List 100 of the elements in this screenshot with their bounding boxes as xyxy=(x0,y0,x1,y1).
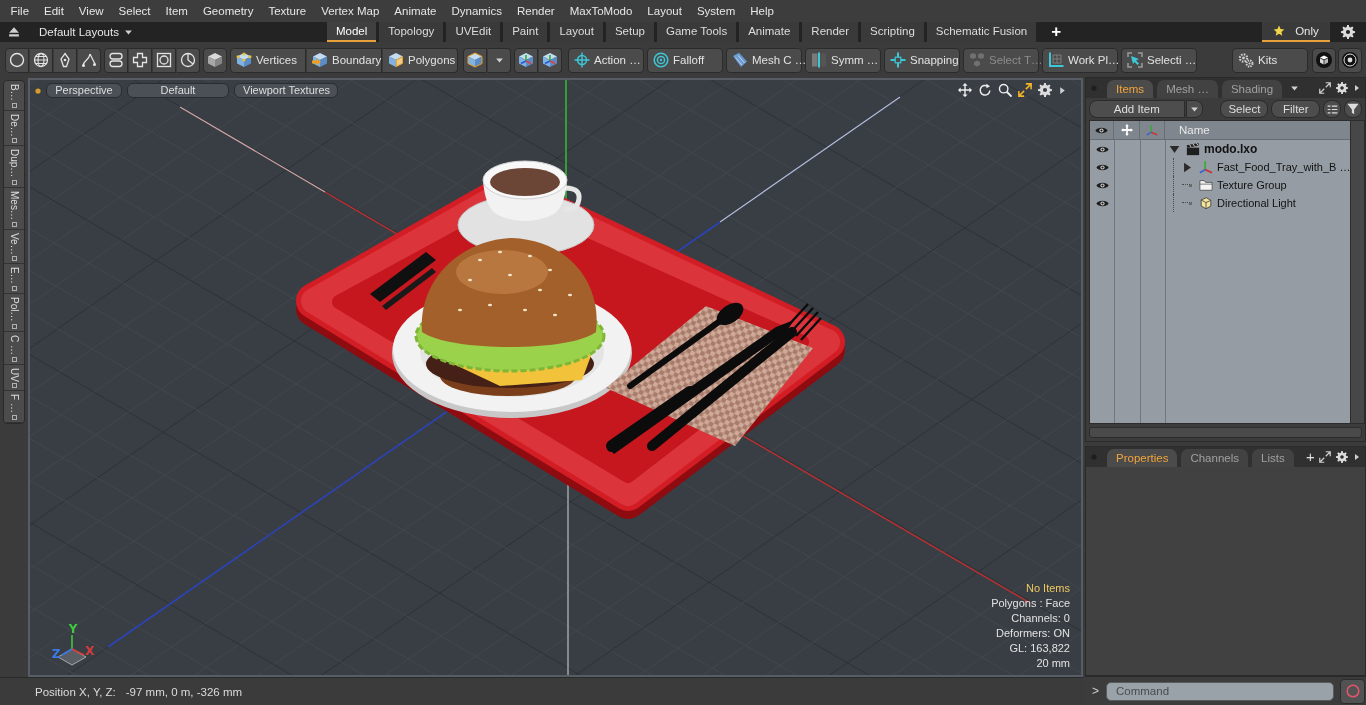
tool-button[interactable] xyxy=(128,47,152,73)
panel-tab[interactable]: Properties xyxy=(1107,449,1178,467)
side-tab[interactable]: C … xyxy=(4,331,24,365)
tool-button[interactable]: Action … xyxy=(568,47,644,73)
3d-viewport[interactable]: Perspective Default Viewport Textures No Items Polygons : Face Channels: 0 Deformers: ON GL: 163,822 20 mm Y Z X xyxy=(28,78,1083,677)
menu-item[interactable]: File xyxy=(3,2,37,20)
dropdown-button[interactable] xyxy=(487,47,511,73)
item-name[interactable]: Directional Light xyxy=(1217,197,1296,209)
caret-down-icon[interactable] xyxy=(1169,143,1180,155)
filter-button[interactable] xyxy=(1344,100,1362,118)
kits-button[interactable]: Kits xyxy=(1232,47,1308,73)
layout-tab[interactable]: Render xyxy=(802,22,859,42)
caret-right-icon[interactable] xyxy=(1353,453,1361,461)
panel-button[interactable]: Filter xyxy=(1271,100,1321,118)
menu-item[interactable]: Edit xyxy=(36,2,72,20)
plus-arrows-icon[interactable] xyxy=(1120,124,1133,136)
panel-tab[interactable]: Mesh … xyxy=(1157,80,1218,98)
caret-right-icon[interactable] xyxy=(1182,161,1193,173)
scrollbar-track[interactable] xyxy=(1351,120,1366,424)
menu-item[interactable]: Animate xyxy=(386,2,444,20)
rotate-icon[interactable] xyxy=(978,83,992,97)
tool-button[interactable]: Symm … xyxy=(805,47,881,73)
expand-arrows-icon[interactable] xyxy=(1319,451,1331,463)
tool-button[interactable] xyxy=(538,47,562,73)
menu-item[interactable]: Geometry xyxy=(195,2,261,20)
side-tab[interactable]: E… xyxy=(4,264,24,295)
tool-button[interactable] xyxy=(104,47,128,73)
tool-button[interactable] xyxy=(1338,47,1362,73)
menu-item[interactable]: Layout xyxy=(639,2,690,20)
layouts-dropdown[interactable]: Default Layouts xyxy=(39,26,133,38)
panel-button[interactable]: Select xyxy=(1220,100,1269,118)
layout-tab[interactable]: UVEdit xyxy=(446,22,501,42)
tool-button[interactable] xyxy=(5,47,29,73)
tool-button[interactable] xyxy=(203,47,227,73)
menu-item[interactable]: Dynamics xyxy=(444,2,510,20)
record-button[interactable] xyxy=(1340,678,1365,704)
panel-tab[interactable]: Channels xyxy=(1181,449,1248,467)
move-arrows-icon[interactable] xyxy=(958,83,972,97)
selection-mode-button[interactable]: Boundary xyxy=(306,47,382,73)
layout-tab[interactable]: Setup xyxy=(605,22,654,42)
list-button[interactable] xyxy=(1323,100,1342,118)
menu-item[interactable]: MaxToModo xyxy=(562,2,640,20)
side-tab[interactable]: De… xyxy=(4,110,24,147)
panel-tab[interactable]: Shading xyxy=(1221,80,1283,98)
expand-arrows-icon[interactable] xyxy=(1319,82,1331,94)
add-tab-button[interactable]: + xyxy=(1305,449,1315,465)
menu-item[interactable]: System xyxy=(689,2,743,20)
side-tab[interactable]: Pol… xyxy=(4,294,24,332)
menu-item[interactable]: Render xyxy=(509,2,563,20)
layout-tab[interactable]: Schematic Fusion xyxy=(926,22,1037,42)
tool-button[interactable] xyxy=(152,47,176,73)
side-tab[interactable]: Mes… xyxy=(4,187,24,230)
tool-button[interactable]: Snapping xyxy=(884,47,960,73)
layout-tab[interactable]: Scripting xyxy=(861,22,924,42)
selection-mode-button[interactable]: Vertices xyxy=(230,47,306,73)
eject-icon[interactable] xyxy=(8,26,20,38)
menu-item[interactable]: Texture xyxy=(260,2,314,20)
layout-tab[interactable]: Animate xyxy=(739,22,800,42)
layout-tab[interactable]: Topology xyxy=(379,22,444,42)
view-menu-button[interactable]: Perspective xyxy=(46,83,122,98)
tool-button[interactable] xyxy=(463,47,487,73)
tool-button[interactable]: Selecti … xyxy=(1121,47,1197,73)
side-tab[interactable]: F … xyxy=(4,391,24,424)
caret-right-icon[interactable] xyxy=(1353,84,1361,92)
tool-button[interactable] xyxy=(53,47,77,73)
magnifier-icon[interactable] xyxy=(998,83,1012,97)
panel-tab[interactable]: Items xyxy=(1107,80,1154,98)
item-name[interactable]: Fast_Food_Tray_with_B … xyxy=(1217,161,1351,173)
layout-tab[interactable]: Layout xyxy=(550,22,603,42)
dropdown-button[interactable] xyxy=(1185,100,1204,118)
scrollbar-track[interactable] xyxy=(1089,427,1362,438)
add-item-button[interactable]: Add Item xyxy=(1089,100,1185,118)
view-menu-button[interactable]: Default xyxy=(127,83,229,98)
item-name[interactable]: modo.lxo xyxy=(1204,142,1258,156)
side-tab[interactable]: Ve… xyxy=(4,229,24,265)
tool-button[interactable] xyxy=(514,47,538,73)
view-menu-button[interactable]: Viewport Textures xyxy=(234,83,338,98)
favorites-toggle[interactable]: Only xyxy=(1262,22,1330,42)
tool-button[interactable] xyxy=(1312,47,1336,73)
menu-item[interactable]: Select xyxy=(111,2,159,20)
layout-tab[interactable]: Model xyxy=(327,22,377,42)
menu-item[interactable]: Item xyxy=(158,2,196,20)
tool-button[interactable] xyxy=(77,47,101,73)
panel-tab[interactable]: Lists xyxy=(1252,449,1294,467)
side-tab[interactable]: UV xyxy=(4,364,24,392)
tool-button[interactable]: Work Pl… xyxy=(1042,47,1118,73)
side-tab[interactable]: Dup… xyxy=(4,146,24,188)
gear-icon[interactable] xyxy=(1038,83,1052,97)
menu-item[interactable]: View xyxy=(71,2,112,20)
command-field[interactable]: Command xyxy=(1106,681,1334,701)
gear-icon[interactable] xyxy=(1336,82,1348,94)
gear-icon[interactable] xyxy=(1341,25,1355,39)
menu-item[interactable]: Help xyxy=(742,2,782,20)
layout-tab[interactable]: Paint xyxy=(503,22,548,42)
tool-button[interactable] xyxy=(176,47,200,73)
tool-button[interactable]: Falloff xyxy=(647,47,723,73)
selection-mode-button[interactable]: Polygons xyxy=(382,47,458,73)
layout-tab[interactable]: Game Tools xyxy=(657,22,737,42)
tool-button[interactable] xyxy=(29,47,53,73)
menu-item[interactable]: Vertex Map xyxy=(313,2,387,20)
